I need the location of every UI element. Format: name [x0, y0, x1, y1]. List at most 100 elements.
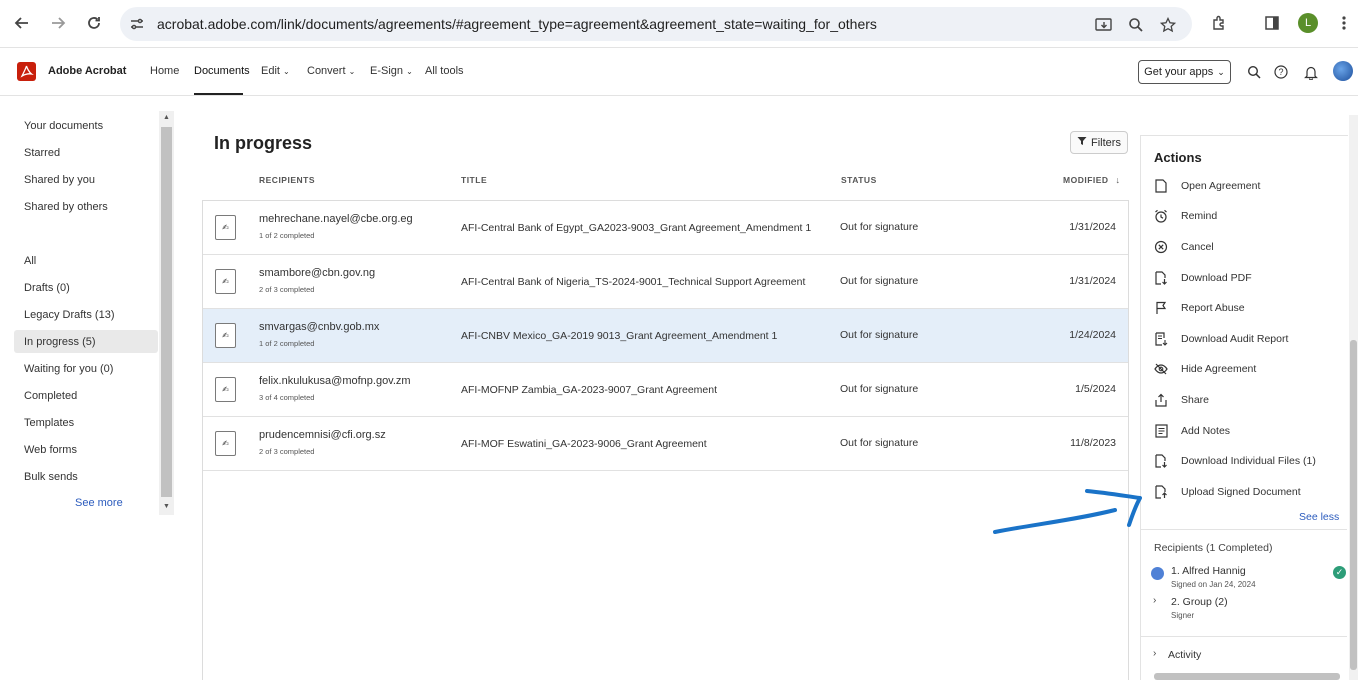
- bookmark-star-icon[interactable]: [1158, 15, 1178, 35]
- action-label: Download Individual Files (1): [1181, 455, 1316, 467]
- nav-all-tools[interactable]: All tools: [425, 65, 464, 77]
- forward-icon[interactable]: [45, 10, 71, 36]
- action-share[interactable]: Share: [1153, 391, 1209, 409]
- sidebar-scrollbar[interactable]: ▲ ▼: [159, 111, 174, 515]
- recipient-email: smvargas@cnbv.gob.mx: [259, 321, 380, 333]
- sidebar-item-in-progress[interactable]: In progress (5): [24, 336, 96, 348]
- action-label: Add Notes: [1181, 425, 1231, 437]
- page-scroll-thumb[interactable]: [1350, 340, 1357, 670]
- sidebar-item-legacy-drafts[interactable]: Legacy Drafts (13): [24, 309, 114, 321]
- get-your-apps-button[interactable]: Get your apps ⌄: [1138, 60, 1231, 84]
- zoom-icon[interactable]: [1126, 15, 1146, 35]
- address-bar[interactable]: acrobat.adobe.com/link/documents/agreeme…: [120, 7, 1192, 41]
- completion-count: 3 of 4 completed: [259, 393, 315, 402]
- side-panel-icon[interactable]: [1259, 10, 1285, 36]
- get-apps-label: Get your apps: [1144, 66, 1214, 78]
- chrome-menu-icon[interactable]: [1331, 10, 1357, 36]
- filters-button[interactable]: Filters: [1070, 131, 1128, 154]
- sidebar-scroll-thumb[interactable]: [161, 127, 172, 497]
- modified-label: MODIFIED: [1063, 175, 1109, 185]
- action-add-notes[interactable]: Add Notes: [1153, 422, 1230, 440]
- nav-documents[interactable]: Documents: [194, 65, 250, 77]
- action-download-audit-report[interactable]: Download Audit Report: [1153, 330, 1288, 348]
- action-cancel[interactable]: Cancel: [1153, 238, 1214, 256]
- document-icon: ✍: [215, 377, 236, 402]
- column-header-recipients[interactable]: RECIPIENTS: [259, 175, 315, 185]
- page-scrollbar[interactable]: [1349, 115, 1358, 680]
- table-row[interactable]: ✍ mehrechane.nayel@cbe.org.eg 1 of 2 com…: [203, 201, 1128, 255]
- action-open-agreement[interactable]: Open Agreement: [1153, 177, 1260, 195]
- action-download-individual-files[interactable]: Download Individual Files (1): [1153, 452, 1316, 470]
- chevron-right-icon[interactable]: ›: [1153, 595, 1156, 606]
- extensions-icon[interactable]: [1206, 10, 1232, 36]
- action-label: Remind: [1181, 210, 1218, 222]
- sidebar-item-all[interactable]: All: [24, 255, 36, 267]
- sidebar-item-waiting-for-you[interactable]: Waiting for you (0): [24, 363, 113, 375]
- sidebar-item-shared-by-others[interactable]: Shared by others: [24, 201, 108, 213]
- sidebar-item-starred[interactable]: Starred: [24, 147, 60, 159]
- nav-convert[interactable]: Convert ⌄: [307, 65, 355, 77]
- search-icon[interactable]: [1245, 63, 1263, 81]
- modified-date: 1/5/2024: [1075, 383, 1116, 395]
- sidebar-item-web-forms[interactable]: Web forms: [24, 444, 77, 456]
- sidebar-item-bulk-sends[interactable]: Bulk sends: [24, 471, 78, 483]
- table-row[interactable]: ✍ prudencemnisi@cfi.org.sz 2 of 3 comple…: [203, 417, 1128, 471]
- browser-toolbar: acrobat.adobe.com/link/documents/agreeme…: [0, 0, 1358, 48]
- chevron-down-icon: ⌄: [406, 67, 413, 76]
- sidebar-item-drafts[interactable]: Drafts (0): [24, 282, 70, 294]
- profile-avatar[interactable]: L: [1298, 13, 1318, 33]
- panel-horizontal-scrollbar[interactable]: [1154, 673, 1340, 680]
- nav-esign[interactable]: E-Sign ⌄: [370, 65, 413, 77]
- action-report-abuse[interactable]: Report Abuse: [1153, 299, 1245, 317]
- scroll-down-icon[interactable]: ▼: [163, 503, 170, 510]
- sidebar-item-completed[interactable]: Completed: [24, 390, 77, 402]
- completion-count: 2 of 3 completed: [259, 285, 315, 294]
- install-app-icon[interactable]: [1094, 15, 1114, 35]
- recipient-name[interactable]: 1. Alfred Hannig: [1171, 565, 1246, 577]
- url-text[interactable]: acrobat.adobe.com/link/documents/agreeme…: [157, 16, 877, 32]
- chevron-down-icon: ⌄: [348, 67, 356, 76]
- back-icon[interactable]: [9, 10, 35, 36]
- chevron-right-icon[interactable]: ›: [1153, 648, 1156, 659]
- column-header-modified[interactable]: MODIFIED ↓: [1063, 175, 1120, 185]
- column-header-status[interactable]: STATUS: [841, 175, 877, 185]
- agreement-title: AFI-Central Bank of Egypt_GA2023-9003_Gr…: [461, 222, 812, 234]
- sidebar-item-templates[interactable]: Templates: [24, 417, 74, 429]
- action-label: Cancel: [1181, 241, 1214, 253]
- table-row[interactable]: ✍ smambore@cbn.gov.ng 2 of 3 completed A…: [203, 255, 1128, 309]
- table-row[interactable]: ✍ felix.nkulukusa@mofnp.gov.zm 3 of 4 co…: [203, 363, 1128, 417]
- chevron-down-icon: ⌄: [283, 67, 290, 76]
- see-more-link[interactable]: See more: [75, 497, 123, 509]
- agreement-title: AFI-CNBV Mexico_GA-2019 9013_Grant Agree…: [461, 330, 778, 342]
- nav-edit[interactable]: Edit ⌄: [261, 65, 290, 77]
- action-hide-agreement[interactable]: Hide Agreement: [1153, 360, 1256, 378]
- acrobat-logo-icon[interactable]: [17, 62, 36, 81]
- filters-label: Filters: [1091, 136, 1121, 149]
- completion-count: 2 of 3 completed: [259, 447, 315, 456]
- upload-document-icon: [1153, 484, 1169, 500]
- user-avatar-icon[interactable]: [1333, 61, 1353, 81]
- page-title: In progress: [214, 133, 313, 153]
- site-settings-icon[interactable]: [129, 16, 145, 37]
- recipient-email: mehrechane.nayel@cbe.org.eg: [259, 213, 413, 225]
- table-row-selected[interactable]: ✍ smvargas@cnbv.gob.mx 1 of 2 completed …: [203, 309, 1128, 363]
- nav-home[interactable]: Home: [150, 65, 179, 77]
- column-header-title[interactable]: TITLE: [461, 175, 487, 185]
- help-icon[interactable]: ?: [1272, 63, 1290, 81]
- document-icon: [1153, 178, 1169, 194]
- notifications-bell-icon[interactable]: [1302, 63, 1320, 81]
- download-document-icon: [1153, 270, 1169, 286]
- activity-toggle[interactable]: Activity: [1168, 649, 1201, 661]
- reload-icon[interactable]: [81, 10, 107, 36]
- action-upload-signed-document[interactable]: Upload Signed Document: [1153, 483, 1301, 501]
- sidebar-item-your-documents[interactable]: Your documents: [24, 120, 103, 132]
- recipient-group-name[interactable]: 2. Group (2): [1171, 596, 1228, 608]
- action-remind[interactable]: Remind: [1153, 207, 1217, 225]
- brand-name[interactable]: Adobe Acrobat: [48, 65, 126, 77]
- sidebar-item-shared-by-you[interactable]: Shared by you: [24, 174, 95, 186]
- completion-count: 1 of 2 completed: [259, 339, 315, 348]
- see-less-link[interactable]: See less: [1299, 511, 1339, 523]
- divider: [1141, 636, 1347, 637]
- action-download-pdf[interactable]: Download PDF: [1153, 269, 1252, 287]
- scroll-up-icon[interactable]: ▲: [163, 114, 170, 121]
